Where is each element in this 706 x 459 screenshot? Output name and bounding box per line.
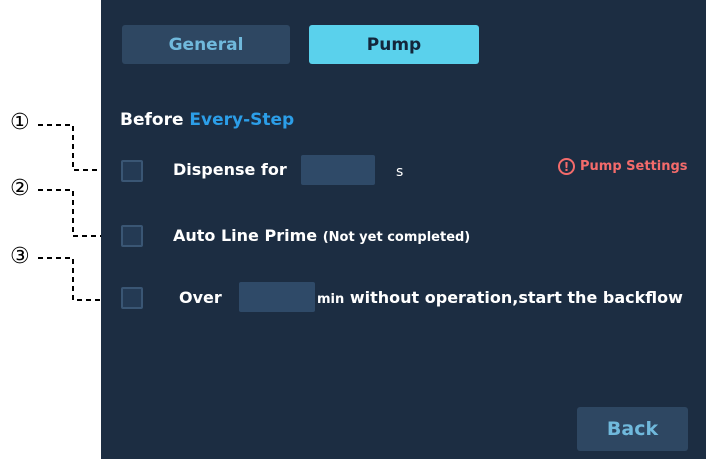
dispense-duration-input[interactable]	[301, 155, 375, 185]
auto-line-prime-checkbox[interactable]	[121, 225, 143, 247]
tab-general-label: General	[168, 34, 244, 55]
auto-line-prime-label: Auto Line Prime (Not yet completed)	[173, 226, 471, 245]
back-button[interactable]: Back	[577, 407, 688, 451]
backflow-checkbox[interactable]	[121, 287, 143, 309]
backflow-label-suffix: min without operation,start the backflow	[317, 288, 683, 307]
dispense-checkbox[interactable]	[121, 160, 143, 182]
tab-general[interactable]: General	[122, 25, 290, 64]
backflow-idle-minutes-input[interactable]	[239, 282, 315, 312]
dispense-label: Dispense for	[173, 160, 287, 179]
tab-pump[interactable]: Pump	[309, 25, 479, 64]
dispense-unit: s	[396, 164, 404, 180]
pump-settings-link[interactable]: ! Pump Settings	[558, 158, 688, 175]
tab-pump-label: Pump	[366, 34, 422, 55]
annotation-marker-2: ②	[10, 176, 30, 201]
section-heading: Before Every-Step	[120, 110, 294, 130]
auto-line-prime-note: (Not yet completed)	[322, 230, 471, 245]
pump-settings-label: Pump Settings	[580, 159, 688, 174]
back-button-label: Back	[606, 418, 659, 440]
annotation-marker-3: ③	[10, 244, 30, 269]
exclamation-circle-icon: !	[558, 158, 575, 175]
heading-prefix: Before	[120, 110, 184, 130]
backflow-unit: min	[317, 292, 345, 307]
annotation-marker-1: ①	[10, 110, 30, 135]
settings-panel: General Pump Before Every-Step Dispense …	[101, 0, 706, 459]
heading-accent: Every-Step	[189, 110, 295, 130]
backflow-label-prefix: Over	[179, 288, 222, 307]
